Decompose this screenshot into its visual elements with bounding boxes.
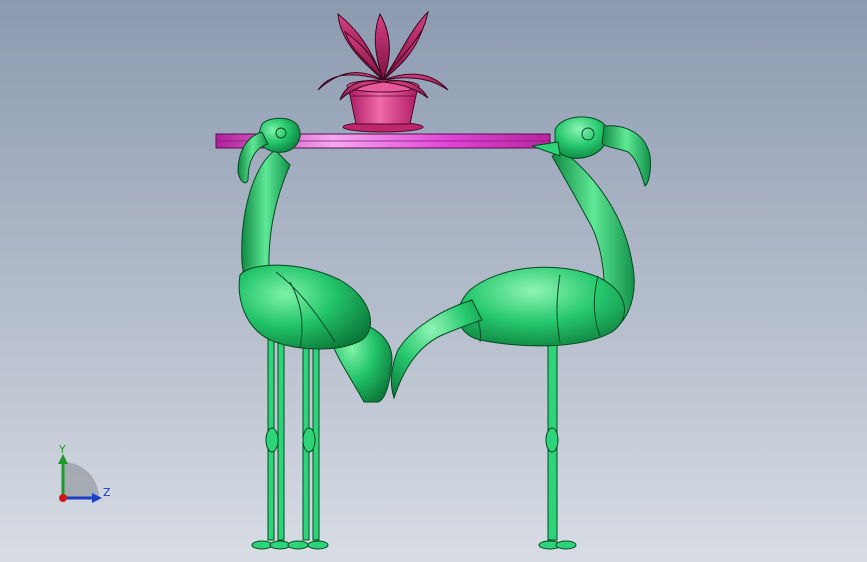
triad-plane-icon xyxy=(63,462,99,498)
flamingo-left[interactable] xyxy=(237,117,393,550)
triad-graphic xyxy=(58,454,102,503)
reference-triad: Y Z xyxy=(44,440,124,510)
flamingo-table-model[interactable] xyxy=(0,0,867,562)
flamingo-right[interactable] xyxy=(390,116,651,550)
triad-z-label: Z xyxy=(103,486,111,499)
triad-x-axis-dot-icon xyxy=(59,494,67,502)
flamingo-left-legs[interactable] xyxy=(251,329,329,550)
graphics-viewport[interactable]: Y Z xyxy=(0,0,867,562)
flamingo-right-leg[interactable] xyxy=(538,337,577,550)
triad-y-label: Y xyxy=(59,443,66,456)
